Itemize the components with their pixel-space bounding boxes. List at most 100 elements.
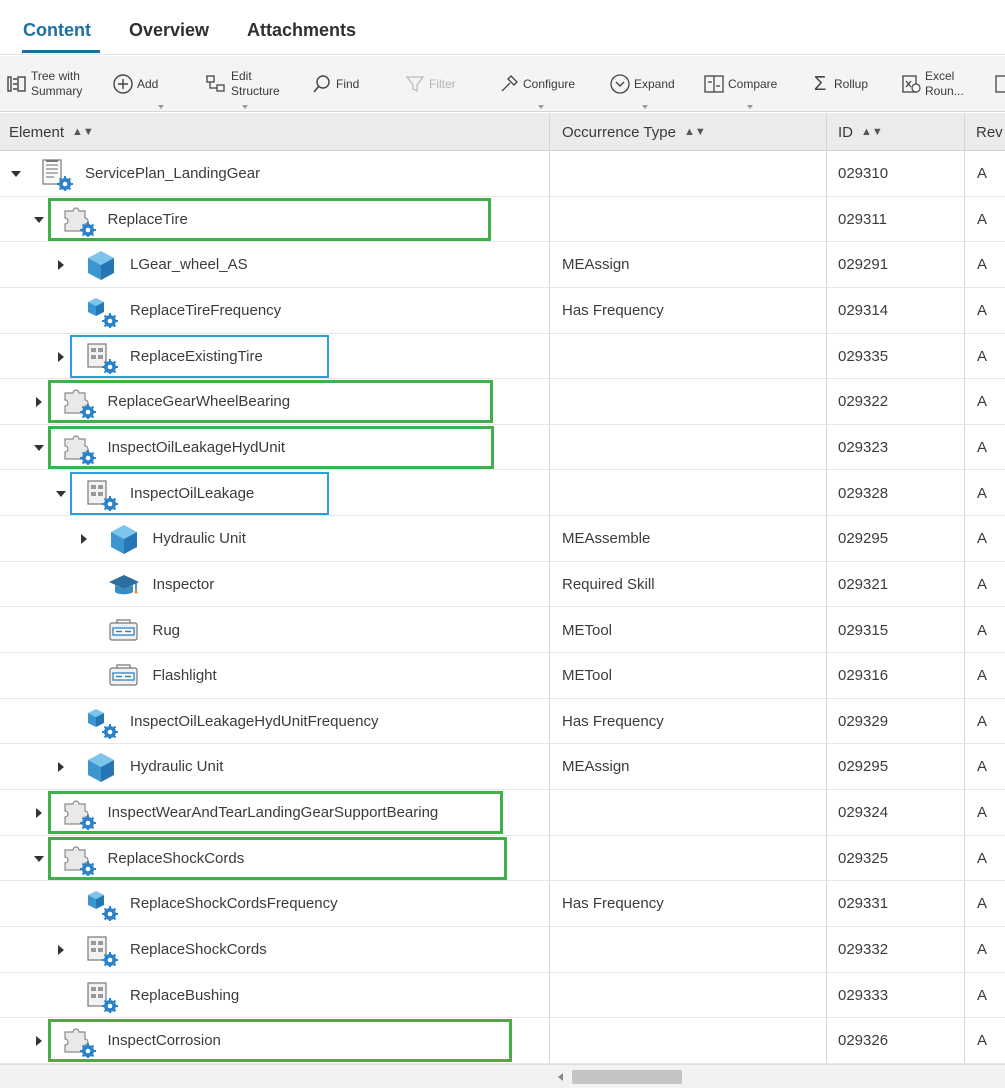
expand-toggle-icon[interactable] (35, 808, 42, 819)
element-name[interactable]: ReplaceTire (108, 197, 188, 242)
revision-cell: A (977, 438, 988, 456)
id-cell: 029328 (838, 484, 889, 502)
sort-icon[interactable]: ▲▼ (861, 126, 883, 138)
element-name[interactable]: InspectOilLeakageHydUnitFrequency (130, 699, 378, 744)
add-dropdown-caret[interactable] (158, 105, 164, 109)
element-name[interactable]: Flashlight (153, 653, 217, 698)
expand-button[interactable]: Expand (609, 56, 675, 112)
table-row[interactable]: Hydraulic Unit MEAssign 029295 A (0, 744, 1005, 791)
id-cell: 029321 (838, 575, 889, 593)
find-label: Find (336, 76, 360, 91)
collapse-toggle-icon[interactable] (33, 855, 44, 862)
tab-content[interactable]: Content (23, 20, 91, 41)
occurrence-type-cell: Required Skill (562, 575, 655, 593)
collapse-toggle-icon[interactable] (56, 490, 66, 497)
compare-button[interactable]: Compare (703, 56, 777, 112)
excel-label-2: Roun... (925, 84, 964, 98)
configure-button[interactable]: Configure (498, 56, 575, 112)
edit-structure-button[interactable]: Edit Structure (206, 56, 280, 112)
edit-structure-dropdown-caret[interactable] (242, 105, 248, 109)
element-name[interactable]: InspectWearAndTearLandingGearSupportBear… (108, 790, 439, 835)
sort-icon[interactable]: ▲▼ (684, 126, 706, 138)
revision-cell: A (977, 849, 988, 867)
compare-dropdown-caret[interactable] (747, 105, 753, 109)
column-header-occurrence-type[interactable]: Occurrence Type ▲▼ (562, 113, 706, 151)
column-header-element[interactable]: Element ▲▼ (9, 113, 94, 151)
element-name[interactable]: InspectOilLeakageHydUnit (108, 425, 286, 470)
table-row[interactable]: ReplaceShockCords 029325 A (0, 836, 1005, 882)
frequency-icon (84, 705, 118, 740)
element-name[interactable]: Hydraulic Unit (130, 744, 223, 789)
table-row[interactable]: ReplaceTireFrequency Has Frequency 029314 A (0, 288, 1005, 334)
table-row[interactable]: ReplaceExistingTire 029335 A (0, 334, 1005, 380)
column-header-id[interactable]: ID ▲▼ (838, 113, 883, 151)
operation-icon (62, 431, 96, 466)
table-row[interactable]: ReplaceTire 029311 A (0, 197, 1005, 243)
element-name[interactable]: ReplaceShockCords (108, 836, 245, 881)
expand-toggle-icon[interactable] (35, 397, 42, 408)
tab-attachments[interactable]: Attachments (247, 20, 356, 41)
table-row[interactable]: ReplaceShockCordsFrequency Has Frequency 0… (0, 881, 1005, 927)
element-name[interactable]: Inspector (153, 562, 215, 607)
toolbox-icon (107, 659, 141, 693)
element-name[interactable]: ReplaceGearWheelBearing (108, 379, 291, 424)
element-name[interactable]: ReplaceBushing (130, 973, 239, 1018)
tree-with-summary-label-2: Summary (31, 84, 83, 98)
add-button[interactable]: Add (112, 56, 164, 112)
table-row[interactable]: ReplaceGearWheelBearing 029322 A (0, 379, 1005, 425)
collapse-toggle-icon[interactable] (33, 216, 44, 223)
table-row[interactable]: Hydraulic Unit MEAssemble 029295 A (0, 516, 1005, 562)
element-name[interactable]: ReplaceExistingTire (130, 334, 263, 379)
horizontal-scrollbar[interactable] (0, 1064, 1005, 1088)
tab-overview[interactable]: Overview (129, 20, 209, 41)
table-row[interactable]: InspectOilLeakage 029328 A (0, 471, 1005, 517)
table-row[interactable]: Inspector Required Skill 029321 A (0, 562, 1005, 608)
table-row[interactable]: Flashlight METool 029316 A (0, 653, 1005, 699)
table-row[interactable]: ReplaceShockCords 029332 A (0, 927, 1005, 973)
table-row[interactable]: InspectCorrosion 029326 A (0, 1018, 1005, 1064)
element-name[interactable]: ServicePlan_LandingGear (85, 151, 260, 196)
column-header-rev[interactable]: Rev (976, 113, 1003, 151)
expand-toggle-icon[interactable] (58, 351, 64, 362)
expand-toggle-icon[interactable] (58, 762, 64, 773)
sort-icon[interactable]: ▲▼ (72, 126, 94, 138)
element-name[interactable]: InspectOilLeakage (130, 471, 254, 516)
element-name[interactable]: ReplaceShockCordsFrequency (130, 881, 338, 926)
scroll-left-arrow-icon[interactable] (558, 1073, 563, 1081)
service-plan-icon (39, 157, 73, 192)
find-button[interactable]: Find (311, 56, 359, 112)
collapse-toggle-icon[interactable] (11, 171, 21, 177)
expand-toggle-icon[interactable] (35, 1036, 42, 1047)
revision-cell: A (977, 1032, 988, 1050)
table-row[interactable]: InspectWearAndTearLandingGearSupportBear… (0, 790, 1005, 836)
filter-button[interactable]: Filter (404, 56, 456, 112)
expand-dropdown-caret[interactable] (642, 105, 648, 109)
table-row[interactable]: ReplaceBushing 029333 A (0, 973, 1005, 1019)
operation-icon (62, 1024, 96, 1060)
revision-cell: A (977, 210, 988, 228)
tree-with-summary-button[interactable]: Tree with Summary (6, 56, 82, 112)
table-row[interactable]: Rug METool 029315 A (0, 608, 1005, 654)
toolbar: Tree with Summary Add Edit Structure Find … (0, 56, 1005, 112)
expand-toggle-icon[interactable] (58, 260, 64, 271)
element-name[interactable]: Rug (153, 608, 181, 653)
table-header: Element ▲▼ Occurrence Type ▲▼ ID ▲▼ Rev (0, 113, 1005, 151)
table-row[interactable]: InspectOilLeakageHydUnitFrequency Has Fre… (0, 699, 1005, 745)
element-name[interactable]: InspectCorrosion (108, 1018, 221, 1063)
table-row[interactable]: ServicePlan_LandingGear 029310 A (0, 151, 1005, 197)
table-row[interactable]: InspectOilLeakageHydUnit 029323 A (0, 425, 1005, 471)
scrollbar-thumb[interactable] (572, 1070, 682, 1084)
element-name[interactable]: LGear_wheel_AS (130, 242, 248, 287)
excel-roundtrip-button[interactable]: Excel Roun... (900, 56, 964, 112)
table-row[interactable]: LGear_wheel_AS MEAssign 029291 A (0, 242, 1005, 288)
element-name[interactable]: Hydraulic Unit (153, 516, 246, 561)
rollup-button[interactable]: Σ Rollup (809, 56, 868, 112)
element-name[interactable]: ReplaceTireFrequency (130, 288, 281, 333)
expand-toggle-icon[interactable] (58, 945, 64, 956)
column-element-label: Element (9, 123, 65, 141)
element-name[interactable]: ReplaceShockCords (130, 927, 267, 972)
more-toolbar-icon[interactable] (990, 56, 1005, 112)
expand-toggle-icon[interactable] (80, 534, 87, 545)
collapse-toggle-icon[interactable] (33, 444, 44, 451)
configure-dropdown-caret[interactable] (538, 105, 544, 109)
